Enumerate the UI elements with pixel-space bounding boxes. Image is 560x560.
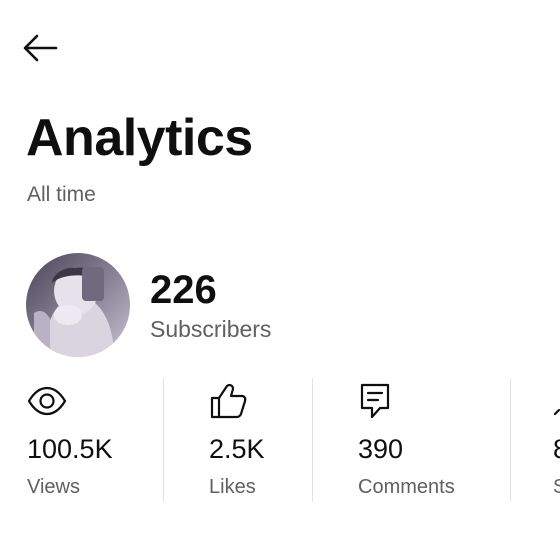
channel-summary: 226 Subscribers	[26, 252, 271, 358]
subscriber-stats: 226 Subscribers	[150, 268, 271, 343]
eye-icon	[27, 386, 67, 416]
analytics-screen: Analytics All time 226 Subscribers 100.5…	[0, 0, 560, 560]
avatar[interactable]	[26, 253, 130, 357]
thumbs-up-icon	[210, 383, 247, 419]
comment-icon	[360, 383, 390, 419]
views-label: Views	[27, 476, 80, 498]
comments-value: 390	[358, 434, 404, 464]
divider	[510, 378, 511, 502]
share-icon	[553, 408, 560, 416]
metrics-row: 100.5K Views 2.5K Likes 390 Comments S	[0, 378, 560, 504]
likes-label: Likes	[209, 476, 256, 498]
comments-label: Comments	[358, 476, 455, 498]
divider	[163, 378, 164, 502]
avatar-image	[26, 253, 130, 357]
divider	[312, 378, 313, 502]
likes-value: 2.5K	[209, 434, 265, 464]
views-value: 100.5K	[27, 434, 113, 464]
arrow-left-icon	[23, 34, 58, 62]
shares-value: 8	[553, 434, 560, 465]
subscriber-label: Subscribers	[150, 315, 272, 342]
shares-label: S	[553, 476, 560, 498]
page-title: Analytics	[26, 109, 253, 167]
back-button[interactable]	[22, 26, 74, 70]
time-range-label: All time	[27, 183, 96, 206]
subscriber-count: 226	[150, 267, 217, 312]
